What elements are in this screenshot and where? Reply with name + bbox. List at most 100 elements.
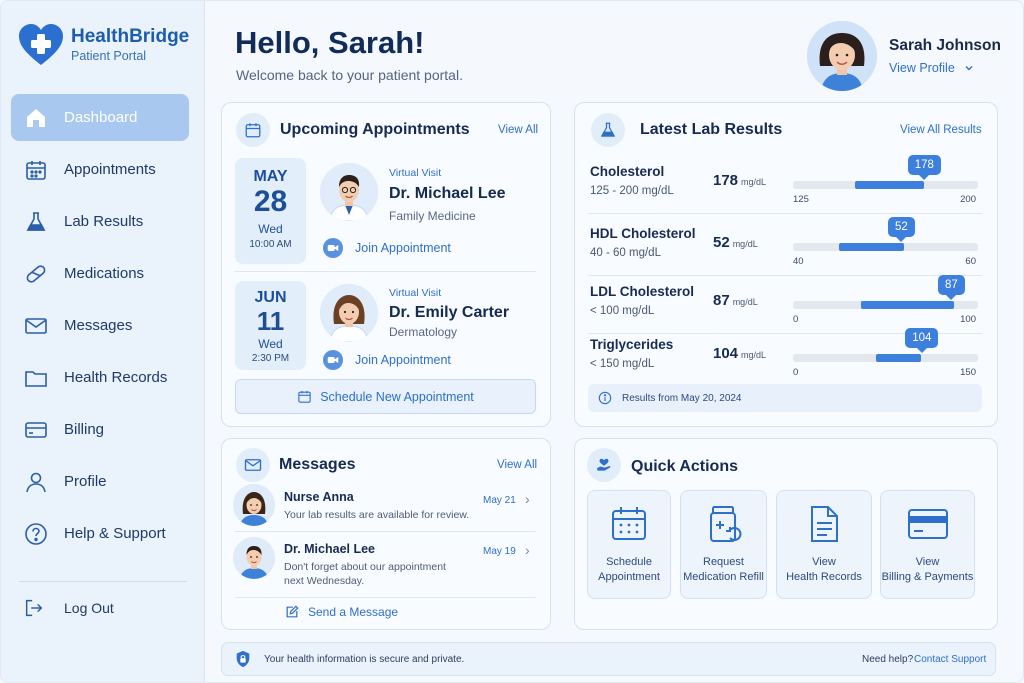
send-message-label: Send a Message <box>308 605 399 619</box>
sidebar-divider <box>19 581 187 582</box>
pill-icon <box>23 261 49 287</box>
lab-range-bar <box>793 354 978 362</box>
lab-range-bar-fill <box>861 301 954 309</box>
flask-icon <box>591 113 625 147</box>
appointments-view-all-link[interactable]: View All <box>498 124 538 136</box>
join-appointment-button[interactable]: Join Appointment <box>323 350 451 370</box>
send-message-button[interactable]: Send a Message <box>285 605 398 619</box>
visit-type: Virtual Visit <box>389 167 442 179</box>
chevron-right-icon: › <box>525 491 530 507</box>
visit-type: Virtual Visit <box>389 287 442 299</box>
heart-hand-icon <box>587 448 621 482</box>
lab-value-marker: 104 <box>905 328 939 353</box>
sidebar-item-messages[interactable]: Messages <box>11 302 189 349</box>
quick-action-line2: Health Records <box>786 571 862 583</box>
quick-action-view-billing[interactable]: View Billing & Payments <box>880 490 975 599</box>
page-title: Hello, Sarah! <box>235 25 425 60</box>
doctor-avatar <box>320 284 378 342</box>
appointment-month: MAY <box>253 168 288 185</box>
lab-reference-range: < 100 mg/dL <box>590 305 655 317</box>
lab-value-unit: mg/dL <box>741 177 767 187</box>
sidebar-item-label: Billing <box>64 421 105 438</box>
sidebar-item-appointments[interactable]: Appointments <box>11 146 189 193</box>
lab-reference-range: < 150 mg/dL <box>590 358 655 370</box>
lab-view-all-link[interactable]: View All Results <box>900 124 982 136</box>
lab-range-bar <box>793 243 978 251</box>
logout-button[interactable]: Log Out <box>23 597 114 619</box>
lab-value-marker: 178 <box>907 155 941 180</box>
male-doctor-avatar-icon <box>320 163 378 221</box>
lab-range-bar-fill <box>854 181 924 189</box>
sidebar-item-label: Appointments <box>64 161 156 178</box>
credit-card-icon <box>23 417 49 443</box>
sidebar-item-profile[interactable]: Profile <box>11 458 189 505</box>
sidebar-item-label: Help & Support <box>64 525 166 542</box>
lab-value-number: 52 <box>713 234 730 251</box>
quick-action-line1: Request <box>703 556 744 568</box>
view-profile-link[interactable]: View Profile <box>889 61 1001 75</box>
message-sender: Nurse Anna <box>284 490 354 504</box>
lab-value: 104 mg/dL <box>713 345 766 362</box>
divider <box>235 597 536 598</box>
sidebar-item-label: Medications <box>64 265 145 282</box>
range-min-label: 0 <box>793 367 799 378</box>
avatar <box>233 537 275 579</box>
lab-value-marker: 52 <box>888 217 915 242</box>
pill-bottle-icon <box>709 506 741 542</box>
question-icon <box>23 521 49 547</box>
lab-range-bar <box>793 301 978 309</box>
message-preview: Don't forget about our appointment next … <box>284 561 446 587</box>
avatar <box>233 484 275 526</box>
info-icon <box>598 391 612 405</box>
brand[interactable]: HealthBridge Patient Portal <box>17 21 189 69</box>
range-min-label: 40 <box>793 256 804 267</box>
brand-subtitle: Patient Portal <box>71 49 147 63</box>
chevron-right-icon: › <box>525 542 530 558</box>
quick-action-view-health-records[interactable]: View Health Records <box>776 490 872 599</box>
contact-support-link[interactable]: Contact Support <box>914 654 986 665</box>
user-profile: Sarah Johnson View Profile <box>807 21 1001 91</box>
join-appointment-button[interactable]: Join Appointment <box>323 238 451 258</box>
lab-value-unit: mg/dL <box>732 239 758 249</box>
quick-action-request-refill[interactable]: Request Medication Refill <box>680 490 767 599</box>
range-max-label: 100 <box>960 314 976 325</box>
footer-bar: Your health information is secure and pr… <box>221 642 996 676</box>
message-date: May 21 <box>483 495 516 506</box>
lab-value: 87 mg/dL <box>713 292 758 309</box>
lab-value-unit: mg/dL <box>741 350 767 360</box>
appointment-weekday: Wed <box>258 222 283 236</box>
sidebar-item-dashboard[interactable]: Dashboard <box>11 94 189 141</box>
sidebar-item-lab-results[interactable]: Lab Results <box>11 198 189 245</box>
sidebar-item-health-records[interactable]: Health Records <box>11 354 189 401</box>
sidebar-item-help[interactable]: Help & Support <box>11 510 189 557</box>
sidebar-item-label: Health Records <box>64 369 168 386</box>
sidebar-item-medications[interactable]: Medications <box>11 250 189 297</box>
message-date: May 19 <box>483 546 516 557</box>
lab-value-number: 104 <box>713 345 739 362</box>
calendar-icon <box>236 113 270 147</box>
lab-reference-range: 125 - 200 mg/dL <box>590 185 674 197</box>
schedule-appointment-button[interactable]: Schedule New Appointment <box>235 379 536 414</box>
heart-cross-logo-icon <box>19 24 63 65</box>
page-subtitle: Welcome back to your patient portal. <box>236 67 463 83</box>
edit-icon <box>286 605 299 618</box>
avatar[interactable] <box>807 21 877 91</box>
lab-reference-range: 40 - 60 mg/dL <box>590 247 661 259</box>
sidebar-item-label: Dashboard <box>64 109 138 126</box>
flask-icon <box>23 209 49 235</box>
sidebar-item-billing[interactable]: Billing <box>11 406 189 453</box>
messages-view-all-link[interactable]: View All <box>497 459 537 471</box>
chevron-down-icon <box>965 66 973 71</box>
quick-action-schedule-appointment[interactable]: Schedule Appointment <box>587 490 671 599</box>
lab-value-marker: 87 <box>937 275 965 300</box>
appointment-time: 2:30 PM <box>251 353 290 364</box>
schedule-appointment-label: Schedule New Appointment <box>320 389 474 404</box>
doctor-specialty: Dermatology <box>389 325 458 339</box>
calendar-icon <box>23 157 49 183</box>
security-note: Your health information is secure and pr… <box>264 654 465 665</box>
doctor-avatar <box>320 163 378 221</box>
lab-value: 178 mg/dL <box>713 172 766 189</box>
view-profile-label: View Profile <box>889 61 955 75</box>
appointment-day: 28 <box>253 185 288 218</box>
sidebar: HealthBridge Patient Portal Dashboard Ap… <box>1 1 205 682</box>
